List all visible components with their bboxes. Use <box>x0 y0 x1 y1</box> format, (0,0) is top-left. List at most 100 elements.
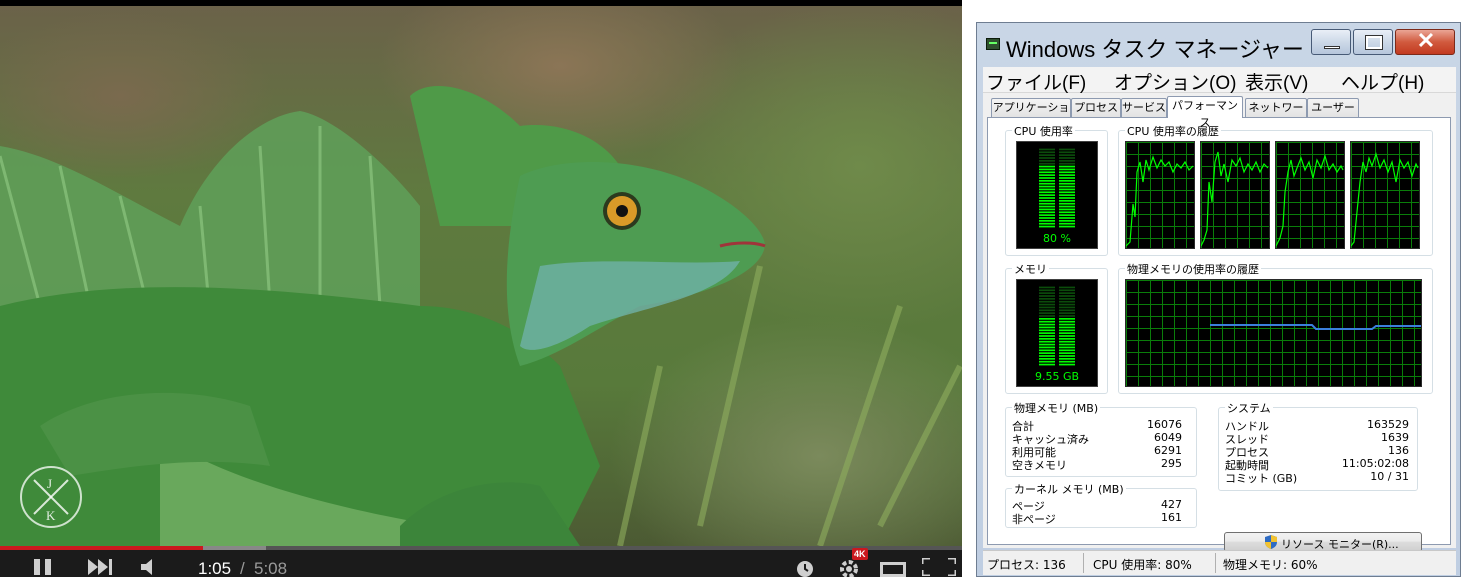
meter-segment-on <box>1039 205 1055 208</box>
meter-segment-on <box>1039 335 1055 337</box>
memory-meter: 9.55 GB <box>1016 279 1098 387</box>
meter-segment-on <box>1059 194 1075 196</box>
system-label: システム <box>1225 400 1273 416</box>
tab-performance[interactable]: パフォーマンス <box>1167 96 1243 129</box>
window-title: Windows タスク マネージャー <box>1006 37 1304 62</box>
meter-segment-on <box>1059 338 1075 340</box>
status-divider <box>1083 553 1084 573</box>
stat-value: 1639 <box>1381 431 1409 444</box>
close-button[interactable]: ✕ <box>1395 28 1455 55</box>
meter-segment-on <box>1059 200 1075 202</box>
stat-value: 16076 <box>1147 418 1182 431</box>
meter-segment-off <box>1059 306 1075 309</box>
player-controls: 1:05 / 5:08 4K <box>0 546 962 577</box>
window-body: アプリケーション プロセス サービス パフォーマンス ネットワーク ユーザー C… <box>983 93 1456 552</box>
meter-segment-off <box>1039 292 1055 294</box>
meter-segment-on <box>1039 202 1055 205</box>
theater-mode-icon[interactable] <box>880 562 906 577</box>
status-processes: プロセス: 136 <box>987 558 1066 572</box>
status-memory: 物理メモリ: 60% <box>1223 558 1318 572</box>
meter-segment-on <box>1059 358 1075 360</box>
stat-value: 6291 <box>1154 444 1182 457</box>
meter-segment-on <box>1039 320 1055 323</box>
maximize-button[interactable] <box>1353 29 1393 55</box>
meter-segment-off <box>1039 151 1055 154</box>
meter-segment-on <box>1039 197 1055 199</box>
progress-bar[interactable] <box>0 546 962 550</box>
menu-view[interactable]: 表示(V) <box>1245 68 1308 95</box>
meter-segment-off <box>1039 303 1055 306</box>
minimize-button[interactable] <box>1311 29 1351 55</box>
resource-monitor-button[interactable]: リソース モニター(R)... <box>1224 532 1422 552</box>
meter-segment-off <box>1059 151 1075 154</box>
meter-segment-on <box>1059 329 1075 332</box>
title-bar[interactable]: Windows タスク マネージャー ✕ <box>977 23 1461 65</box>
meter-segment-off <box>1039 306 1055 309</box>
meter-segment-on <box>1039 352 1055 354</box>
tab-users[interactable]: ユーザー <box>1307 98 1359 117</box>
meter-segment-on <box>1039 329 1055 332</box>
memory-group: メモリ 9.55 GB <box>1005 261 1108 394</box>
cpu-usage-label: CPU 使用率 <box>1012 123 1075 139</box>
meter-segment-on <box>1059 320 1075 323</box>
status-divider <box>1215 553 1216 573</box>
settings-gear-icon[interactable] <box>838 558 860 577</box>
meter-segment-on <box>1059 335 1075 337</box>
meter-segment-on <box>1059 185 1075 188</box>
video-player[interactable]: J K 1:05 / 5:08 4K <box>0 0 962 577</box>
meter-segment-on <box>1059 222 1075 225</box>
meter-segment-on <box>1039 318 1055 320</box>
fullscreen-icon[interactable] <box>922 558 956 576</box>
watch-later-icon[interactable] <box>796 560 814 577</box>
meter-segment-on <box>1039 188 1055 191</box>
meter-segment-off <box>1039 300 1055 303</box>
meter-segment-off <box>1039 309 1055 312</box>
meter-segment-off <box>1059 292 1075 294</box>
meter-segment-on <box>1059 211 1075 214</box>
video-image-basilisk-lizard <box>0 86 962 546</box>
meter-segment-on <box>1039 217 1055 219</box>
menu-options[interactable]: オプション(O) <box>1114 68 1236 95</box>
meter-segment-on <box>1059 217 1075 219</box>
meter-segment-on <box>1039 200 1055 202</box>
next-icon[interactable] <box>88 559 114 575</box>
meter-segment-on <box>1059 177 1075 179</box>
menu-bar: ファイル(F) オプション(O) 表示(V) ヘルプ(H) <box>983 67 1456 95</box>
meter-segment-on <box>1039 343 1055 346</box>
menu-help[interactable]: ヘルプ(H) <box>1341 68 1424 95</box>
meter-segment-on <box>1059 363 1075 366</box>
tab-networking[interactable]: ネットワーク <box>1245 98 1307 131</box>
meter-segment-off <box>1059 300 1075 303</box>
tab-services[interactable]: サービス <box>1121 98 1167 117</box>
meter-segment-off <box>1039 289 1055 292</box>
meter-segment-on <box>1039 326 1055 329</box>
tab-applications[interactable]: アプリケーション <box>991 98 1071 131</box>
meter-segment-on <box>1059 208 1075 211</box>
stat-value: 161 <box>1161 511 1182 524</box>
meter-segment-off <box>1039 295 1055 297</box>
tab-processes[interactable]: プロセス <box>1071 98 1121 117</box>
task-manager-window: Windows タスク マネージャー ✕ ファイル(F) オプション(O) 表示… <box>976 22 1461 577</box>
meter-segment-off <box>1039 162 1055 165</box>
status-cpu: CPU 使用率: 80% <box>1093 558 1192 572</box>
stat-value: 136 <box>1388 444 1409 457</box>
play-pause-icon[interactable] <box>34 559 52 575</box>
meter-segment-off <box>1039 298 1055 300</box>
meter-segment-off <box>1059 309 1075 312</box>
meter-segment-on <box>1039 214 1055 216</box>
meter-segment-off <box>1059 286 1075 289</box>
stat-label: 空きメモリ <box>1012 459 1067 472</box>
video-frame[interactable]: J K <box>0 6 962 546</box>
screen: J K 1:05 / 5:08 4K Windows タスク マネージャー ✕ … <box>0 0 1461 577</box>
menu-file[interactable]: ファイル(F) <box>986 68 1086 95</box>
stat-value: 11:05:02:08 <box>1341 457 1409 470</box>
meter-segment-on <box>1059 168 1075 171</box>
minimize-icon <box>1324 46 1340 49</box>
volume-icon[interactable] <box>141 559 157 575</box>
meter-segment-off <box>1039 312 1055 314</box>
meter-segment-on <box>1039 211 1055 214</box>
meter-segment-on <box>1039 177 1055 179</box>
cpu-history-graph-core-3 <box>1275 141 1345 249</box>
svg-text:J: J <box>47 476 52 491</box>
meter-segment-on <box>1059 188 1075 191</box>
